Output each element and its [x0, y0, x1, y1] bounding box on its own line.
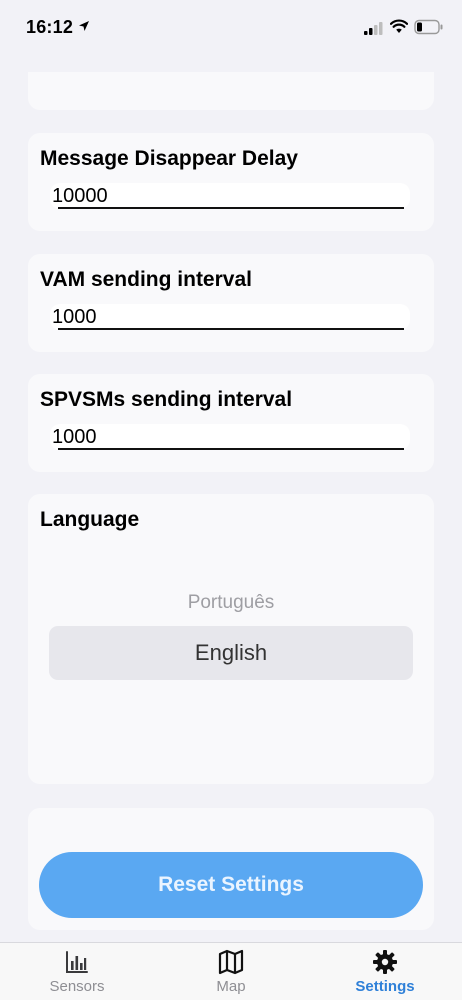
- field-underline: [58, 448, 404, 450]
- tab-sensors[interactable]: Sensors: [0, 943, 154, 1000]
- wifi-icon: [390, 19, 408, 33]
- language-title: Language: [40, 508, 140, 531]
- status-time: 16:12: [26, 17, 74, 37]
- language-selected-label: English: [194, 640, 268, 665]
- vam-interval-field: [50, 304, 410, 330]
- language-card: Language Português English: [28, 494, 434, 784]
- tab-map-label: Map: [216, 978, 246, 995]
- field-underline: [58, 207, 404, 209]
- vam-interval-card: VAM sending interval: [28, 254, 434, 352]
- message-delay-title: Message Disappear Delay: [40, 147, 298, 170]
- settings-screen: 16:12 Message Disappear Delay 10000 VAM …: [0, 0, 462, 1000]
- reset-card: Reset Settings: [28, 808, 434, 930]
- spvsm-interval-card: SPVSMs sending interval: [28, 374, 434, 472]
- vam-interval-input[interactable]: [52, 304, 392, 330]
- status-bar: 16:12: [0, 0, 462, 56]
- tab-settings[interactable]: Settings: [308, 943, 462, 1000]
- field-underline: [58, 328, 404, 330]
- location-arrow-icon: [79, 21, 89, 31]
- gear-icon: [373, 950, 397, 974]
- vam-interval-title: VAM sending interval: [40, 268, 252, 291]
- spvsm-interval-field: [50, 424, 410, 450]
- message-delay-input[interactable]: [52, 183, 392, 209]
- cellular-signal-icon: [364, 22, 383, 35]
- tab-bar: Sensors Map Settings: [0, 942, 462, 1000]
- battery-icon: [414, 19, 443, 35]
- message-delay-field: [50, 183, 410, 209]
- language-option-portuguese[interactable]: Português: [28, 592, 434, 614]
- language-option-selected[interactable]: English: [49, 626, 413, 680]
- reset-settings-button[interactable]: Reset Settings: [39, 852, 423, 918]
- spvsm-interval-input[interactable]: [52, 424, 392, 450]
- tab-settings-label: Settings: [355, 978, 415, 995]
- settings-card-partial: [28, 72, 434, 110]
- tab-sensors-label: Sensors: [49, 978, 105, 995]
- map-icon: [218, 949, 244, 975]
- bar-chart-icon: [66, 951, 88, 973]
- spvsm-interval-title: SPVSMs sending interval: [40, 388, 293, 411]
- message-delay-card: Message Disappear Delay: [28, 133, 434, 231]
- tab-map[interactable]: Map: [154, 943, 308, 1000]
